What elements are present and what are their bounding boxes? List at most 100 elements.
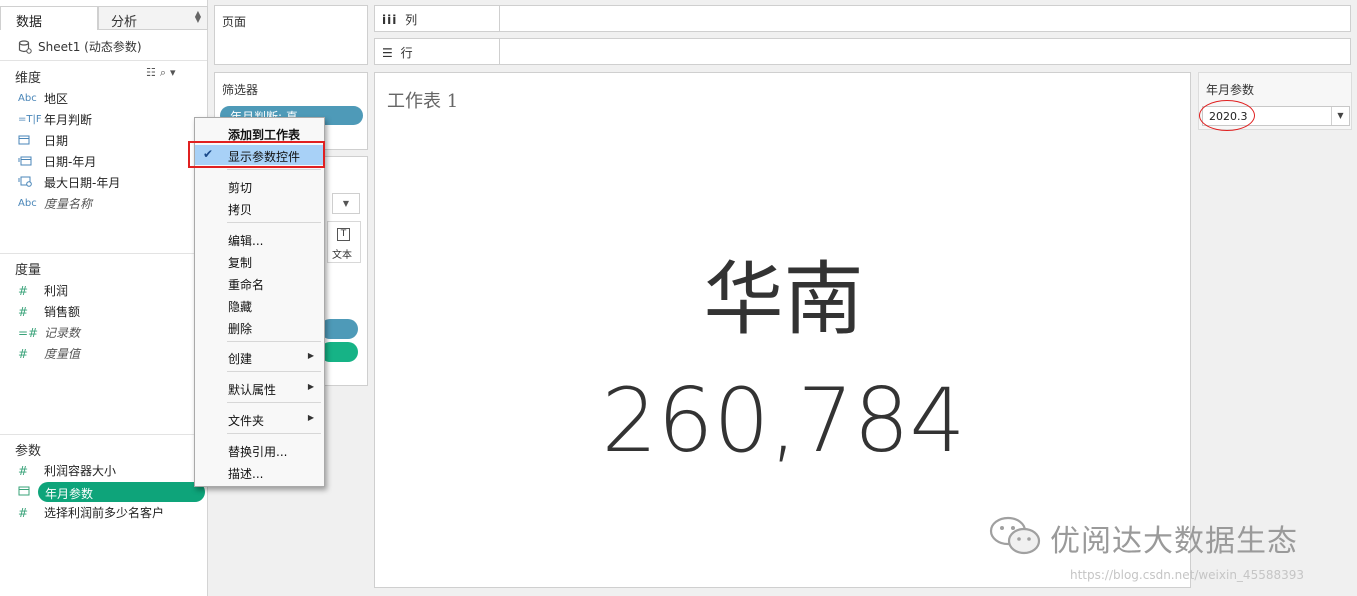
marks-text-button[interactable]: T 文本 [327, 221, 361, 263]
boolean-calc-icon: =T|F [18, 114, 42, 125]
tab-data[interactable]: 数据 [0, 6, 98, 30]
sales-value[interactable]: 260,784 [375, 369, 1192, 472]
menu-item-label: 描述... [228, 467, 264, 481]
menu-separator [227, 402, 321, 403]
menu-item-label: 重命名 [228, 278, 265, 292]
watermark-url: https://blog.csdn.net/weixin_45588393 [1070, 568, 1305, 582]
menu-item-label: 编辑... [228, 234, 264, 248]
menu-item-hide[interactable]: 隐藏 [195, 295, 324, 315]
field-measure-profit[interactable]: # 利润 [0, 280, 207, 301]
menu-item-label: 拷贝 [228, 203, 253, 217]
menu-item-label: 添加到工作表 [228, 128, 301, 142]
datasource-item[interactable]: Sheet1 (动态参数) [18, 38, 142, 55]
field-label: 利润 [44, 284, 69, 298]
dropdown-icon[interactable]: ▾ [170, 66, 180, 79]
chevron-down-icon[interactable]: ▼ [1331, 107, 1349, 125]
field-dimension-date-ym[interactable]: 日期-年月 [0, 151, 207, 172]
annotation-ellipse [1199, 100, 1255, 131]
menu-item-label: 默认属性 [228, 383, 277, 397]
field-label: 利润容器大小 [44, 464, 117, 478]
text-mark-icon: T [337, 228, 350, 241]
field-measure-values[interactable]: # 度量值 [0, 343, 207, 364]
menu-item-label: 隐藏 [228, 300, 253, 314]
menu-item-label: 文件夹 [228, 414, 265, 428]
worksheet-title: 工作表 1 [387, 91, 459, 112]
number-calc-icon: =# [18, 325, 39, 340]
menu-item-edit[interactable]: 编辑... [195, 229, 324, 249]
menu-item-label: 创建 [228, 352, 253, 366]
field-param-profit-bin[interactable]: # 利润容器大小 [0, 460, 207, 481]
menu-separator [227, 433, 321, 434]
rows-label: 行 [400, 46, 413, 60]
field-label: 销售额 [44, 305, 81, 319]
watermark-text: 优阅达大数据生态 [1050, 524, 1298, 559]
field-label: 日期 [44, 134, 69, 148]
datasource-label: Sheet1 (动态参数) [38, 40, 142, 54]
field-dimension-date[interactable]: 日期 [0, 130, 207, 151]
menu-item-duplicate[interactable]: 复制 [195, 251, 324, 271]
list-view-icon[interactable]: ☷ [146, 66, 160, 79]
tab-analysis[interactable]: 分析 ▲ ▼ [98, 6, 208, 30]
number-icon: # [18, 283, 29, 298]
field-param-ym-selected[interactable]: 年月参数 [38, 482, 205, 502]
worksheet-canvas[interactable]: 工作表 1 华南 260,784 [374, 72, 1191, 588]
field-label: 度量名称 [44, 197, 93, 211]
number-icon: # [18, 505, 29, 520]
pages-title: 页面 [222, 15, 247, 29]
menu-item-replace-references[interactable]: 替换引用... [195, 440, 324, 460]
number-icon: # [18, 346, 29, 361]
menu-item-describe[interactable]: 描述... [195, 462, 324, 482]
field-label: 日期-年月 [44, 155, 97, 169]
submenu-arrow-icon: ▶ [307, 413, 314, 422]
submenu-arrow-icon: ▶ [307, 351, 314, 360]
menu-item-default-properties[interactable]: 默认属性 ▶ [195, 378, 324, 398]
field-measure-sales[interactable]: # 销售额 [0, 301, 207, 322]
field-dimension-measure-names[interactable]: Abc 度量名称 [0, 193, 207, 214]
menu-item-label: 删除 [228, 322, 253, 336]
field-label: 记录数 [44, 326, 81, 340]
search-icon[interactable]: ⌕ [160, 66, 170, 79]
menu-item-folders[interactable]: 文件夹 ▶ [195, 409, 324, 429]
menu-item-copy[interactable]: 拷贝 [195, 198, 324, 218]
datasource-icon [18, 39, 32, 54]
menu-separator [227, 371, 321, 372]
field-dimension-max-date-ym[interactable]: 最大日期-年月 [0, 172, 207, 193]
menu-separator [227, 169, 321, 170]
field-dimension-ym-check[interactable]: =T|F 年月判断 [0, 109, 207, 130]
rows-shelf[interactable]: ☰ 行 [374, 38, 1351, 65]
field-param-top-customers[interactable]: # 选择利润前多少名客户 [0, 502, 207, 523]
measures-header: 度量 [15, 263, 42, 278]
menu-item-label: 剪切 [228, 181, 253, 195]
abc-type-icon: Abc [18, 198, 37, 209]
columns-icon: iii [382, 13, 398, 27]
date-calc-icon [0, 155, 44, 169]
marks-pill-dimension[interactable] [320, 319, 358, 339]
marks-pill-measure[interactable] [320, 342, 358, 362]
menu-item-rename[interactable]: 重命名 [195, 273, 324, 293]
pages-shelf[interactable]: 页面 [214, 5, 368, 65]
menu-item-create[interactable]: 创建 ▶ [195, 347, 324, 367]
menu-item-label: 复制 [228, 256, 253, 270]
columns-shelf[interactable]: iii 列 [374, 5, 1351, 32]
field-label: 年月判断 [44, 113, 93, 127]
annotation-rectangle [188, 141, 325, 168]
columns-label-area: iii 列 [375, 6, 500, 31]
number-icon: # [18, 304, 29, 319]
menu-item-add-to-sheet[interactable]: 添加到工作表 [195, 123, 324, 143]
field-measure-record-count[interactable]: =# 记录数 [0, 322, 207, 343]
menu-item-delete[interactable]: 删除 [195, 317, 324, 337]
marks-type-dropdown[interactable]: ▼ [332, 193, 360, 214]
parameter-title: 年月参数 [1206, 83, 1255, 97]
abc-type-icon: Abc [18, 93, 37, 104]
marks-text-label: 文本 [332, 250, 352, 261]
divider [0, 253, 207, 254]
region-label[interactable]: 华南 [375, 235, 1192, 351]
columns-label: 列 [405, 13, 418, 27]
dimensions-tools: ☷⌕▾ [146, 66, 180, 80]
menu-item-cut[interactable]: 剪切 [195, 176, 324, 196]
rows-icon: ☰ [382, 46, 393, 60]
menu-item-label: 替换引用... [228, 445, 288, 459]
divider [0, 60, 207, 61]
field-dimension-region[interactable]: Abc 地区 [0, 88, 207, 109]
data-pane: 数据 分析 ▲ ▼ Sheet1 (动态参数) 维度 ☷⌕▾ Abc 地区 =T|… [0, 0, 208, 596]
